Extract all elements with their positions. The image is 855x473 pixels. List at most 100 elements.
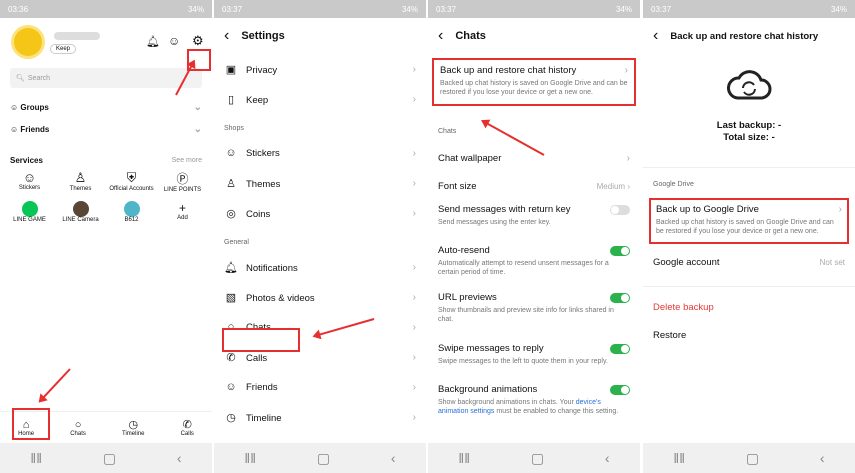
chevron-right-icon: › [412,411,416,423]
section-header-shops: Shops [224,125,244,132]
last-backup-label: Last backup: - [716,120,782,131]
bell-icon[interactable]: 🔔︎ [146,35,160,48]
tab-label: Timeline [122,431,145,437]
status-time: 03:37 [436,4,457,14]
service-line-camera[interactable]: LINE Camera [55,201,106,223]
item-description: Send messages using the enter key. [438,219,551,226]
tab-label: Chats [70,430,86,437]
service-line-game[interactable]: LINE GAME [4,201,55,223]
line-camera-icon [72,201,89,217]
settings-item-keep[interactable]: ▯ Keep › [214,84,426,114]
home-button-icon[interactable]: ▢ [103,450,116,467]
page-title: Chats [455,30,486,42]
item-label: Chat wallpaper [438,152,502,164]
item-label: Notifications [246,262,298,274]
service-stickers[interactable]: ☺︎ Stickers [4,170,55,193]
see-more-link[interactable]: See more [172,157,202,164]
backup-to-gdrive-button[interactable]: Back up to Google Drive › Backed up chat … [649,197,849,244]
divider [643,166,855,168]
bookmark-icon: ▯ [227,93,235,106]
home-button-icon[interactable]: ▢ [746,450,759,467]
backup-restore-item[interactable]: Back up and restore chat history › Backed… [432,58,636,106]
url-previews-toggle[interactable] [610,292,630,303]
recents-icon[interactable]: ‖‖ [673,450,685,466]
settings-gear-icon[interactable]: ⚙ [192,33,204,49]
settings-item-notifications[interactable]: 🔔︎ Notifications › [214,252,426,282]
system-nav-bar: ‖‖ ▢ ‹ [214,443,426,473]
add-friend-icon[interactable]: ☺︎ [168,34,180,48]
themes-icon: ♙ [226,177,236,190]
profile-name-blurred [54,32,100,40]
settings-item-stickers[interactable]: ☺︎ Stickers › [214,138,426,168]
settings-item-coins[interactable]: ◎ Coins › [214,198,426,228]
search-input[interactable]: 🔍︎ Search [10,68,202,88]
item-label: Send messages with return key [438,204,571,215]
friends-row[interactable]: ☺︎ Friends ⌄ [0,118,212,140]
service-official-accounts[interactable]: ⛨ Official Accounts [106,170,157,193]
tab-calls[interactable]: ✆ Calls [181,418,194,437]
plus-icon: + [178,201,186,215]
auto-resend-toggle[interactable] [610,245,630,256]
item-label: Swipe messages to reply [438,343,544,354]
back-icon[interactable]: ‹ [391,450,396,466]
back-arrow-icon[interactable]: ‹ [653,27,658,45]
points-icon: Ⓟ [176,172,189,186]
settings-item-themes[interactable]: ♙ Themes › [214,168,426,198]
divider [643,285,855,287]
back-icon[interactable]: ‹ [605,450,610,466]
groups-row[interactable]: ☺︎ Groups ⌄ [0,96,212,118]
chevron-right-icon: › [412,291,416,303]
tab-chats[interactable]: ○ Chats [70,419,86,437]
send-return-toggle[interactable] [610,204,630,215]
item-description: Show background animations in chats. You… [438,398,630,417]
tab-timeline[interactable]: ◷ Timeline [122,418,144,437]
settings-item-privacy[interactable]: ▣ Privacy › [214,54,426,84]
back-icon[interactable]: ‹ [177,450,182,466]
bg-animations-toggle[interactable] [610,384,630,395]
service-b612[interactable]: B612 [106,201,157,223]
back-icon[interactable]: ‹ [820,450,825,466]
restore-button[interactable]: Restore [643,323,855,349]
recents-icon[interactable]: ‖‖ [244,450,256,466]
recents-icon[interactable]: ‖‖ [30,450,42,466]
chevron-right-icon: › [412,63,416,75]
back-arrow-icon[interactable]: ‹ [224,27,229,45]
status-time: 03:37 [222,4,243,14]
service-line-points[interactable]: Ⓟ LINE POINTS [157,170,208,193]
avatar[interactable] [14,28,42,56]
service-label: B612 [124,217,139,223]
home-button-icon[interactable]: ▢ [531,450,544,467]
service-add[interactable]: + Add [157,201,208,223]
service-themes[interactable]: ♙ Themes [55,170,106,193]
home-button-icon[interactable]: ▢ [317,450,330,467]
groups-icon: ☺︎ [10,102,21,112]
keep-badge[interactable]: Keep [50,44,77,54]
chevron-right-icon: › [412,351,416,363]
item-description: Show thumbnails and preview site info fo… [438,307,614,324]
section-header-chats: Chats [438,128,457,135]
back-arrow-icon[interactable]: ‹ [438,27,443,45]
font-size-item[interactable]: Font size Medium › [428,172,640,200]
settings-item-photos-videos[interactable]: ▧ Photos & videos › [214,282,426,312]
settings-item-timeline[interactable]: ◷ Timeline › [214,402,426,432]
bg-animations-item: Background animations Show background an… [428,384,640,430]
send-return-item: Send messages with return key Send messa… [428,200,640,241]
google-account-item[interactable]: Google account Not set [643,248,855,278]
swipe-reply-toggle[interactable] [610,343,630,354]
settings-item-friends[interactable]: ☺︎ Friends › [214,372,426,402]
home-panel: 03:36 34% Keep 🔔︎ ☺︎ ⚙ 🔍︎ Search ☺︎ Groups… [0,0,212,473]
item-label: Back up to Google Drive [656,203,759,215]
item-label: Stickers [246,148,280,159]
recents-icon[interactable]: ‖‖ [458,450,470,466]
item-label: Keep [246,94,269,106]
status-battery: 34% [401,4,418,14]
friends-label: Friends [20,124,50,134]
backup-title: Back up and restore chat history [440,65,577,76]
item-label: Delete backup [653,302,714,314]
item-label: Restore [653,330,687,342]
bell-icon: 🔔︎ [224,261,238,274]
auto-resend-item: Auto-resend Automatically attempt to res… [428,241,640,292]
item-label: Google account [653,257,720,269]
delete-backup-button[interactable]: Delete backup [643,293,855,323]
line-game-icon [21,201,38,217]
